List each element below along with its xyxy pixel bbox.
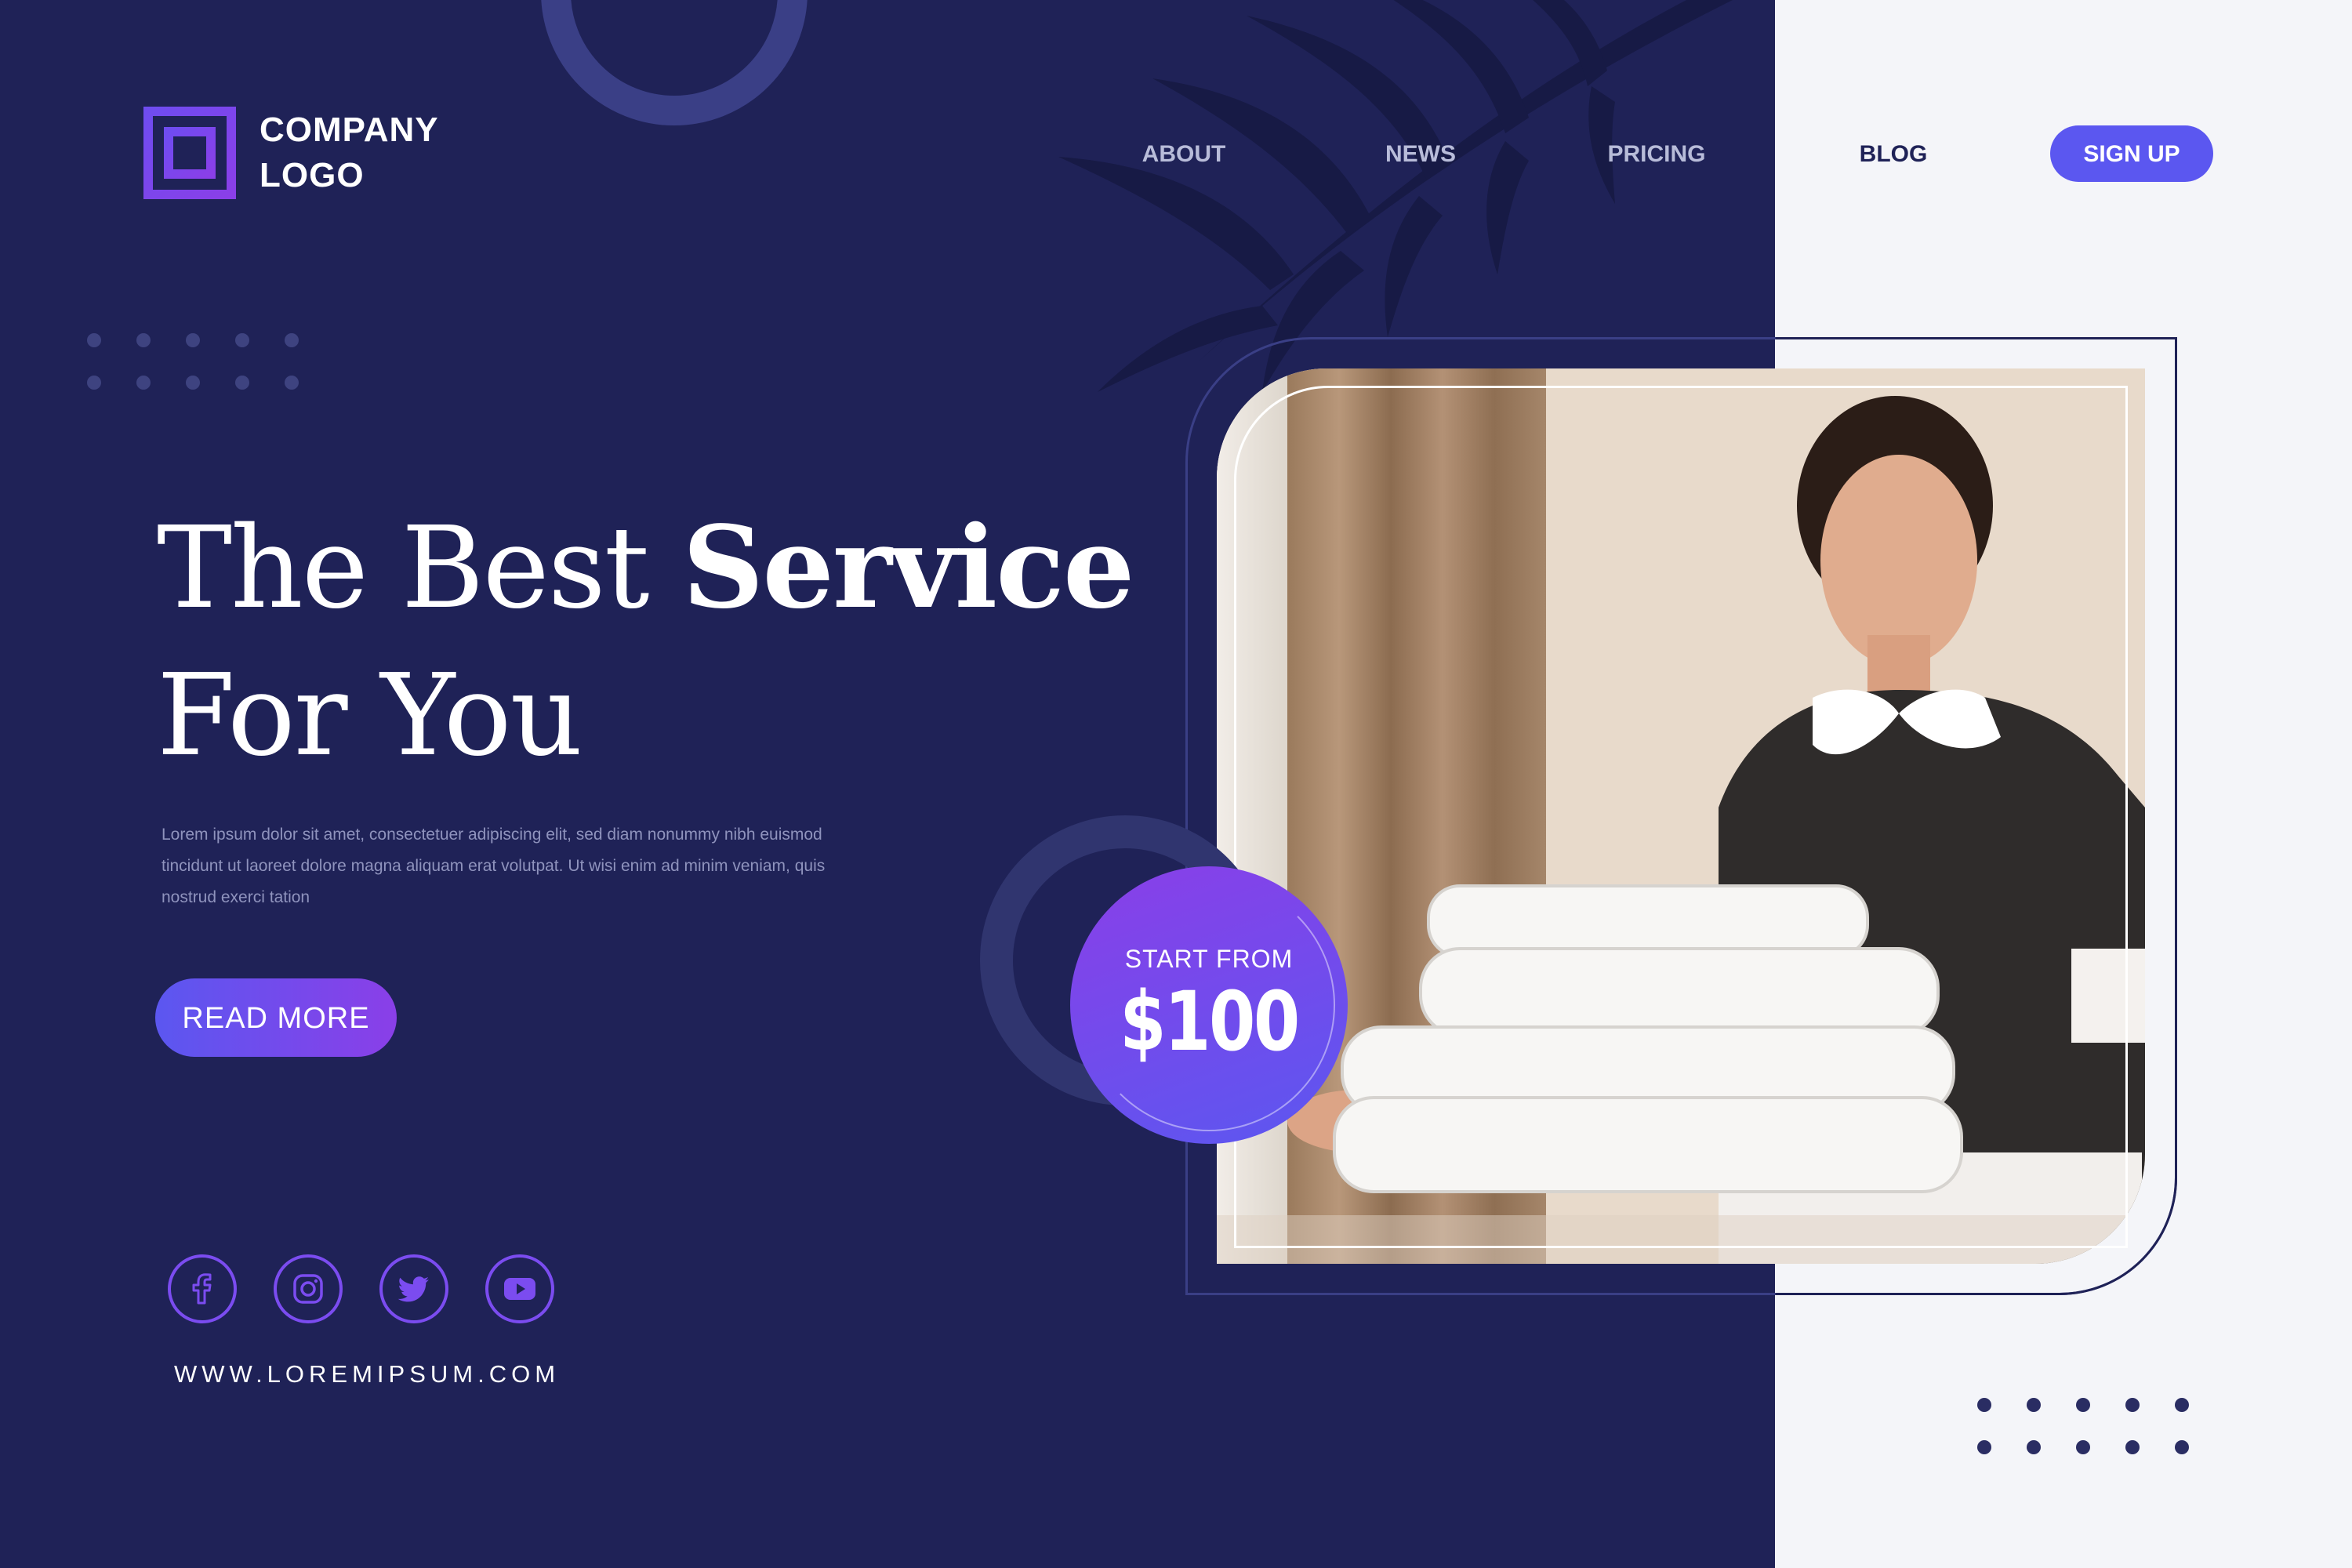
youtube-link[interactable] (485, 1254, 554, 1323)
facebook-link[interactable] (168, 1254, 237, 1323)
hero-title: The Best Service For You (157, 494, 1135, 789)
hero-title-bold: Service (682, 501, 1134, 633)
price-value: $100 (1120, 974, 1300, 1069)
decorative-dots-left (87, 333, 299, 390)
nav-link-blog[interactable]: BLOG (1807, 125, 1980, 183)
facebook-icon (192, 1273, 212, 1305)
hero-title-regular: The Best (157, 502, 683, 633)
nav-link-pricing[interactable]: PRICING (1570, 125, 1743, 183)
social-links (168, 1254, 591, 1323)
top-navigation: ABOUT NEWS PRICING BLOG SIGN UP (0, 125, 2352, 183)
read-more-button[interactable]: READ MORE (155, 978, 397, 1057)
price-label: START FROM (1124, 945, 1294, 973)
instagram-icon (293, 1274, 323, 1304)
photo-inner-outline (1234, 386, 2128, 1248)
hero-description: Lorem ipsum dolor sit amet, consectetuer… (162, 826, 826, 906)
website-url[interactable]: WWW.LOREMIPSUM.COM (174, 1360, 560, 1388)
landing-page: COMPANY LOGO ABOUT NEWS PRICING BLOG SIG… (0, 0, 2352, 1568)
sign-up-button[interactable]: SIGN UP (2050, 125, 2213, 182)
youtube-icon (504, 1278, 535, 1300)
nav-link-news[interactable]: NEWS (1334, 125, 1507, 183)
nav-link-about[interactable]: ABOUT (1098, 125, 1270, 183)
price-badge[interactable]: START FROM $100 (1070, 866, 1348, 1144)
hero-title-line-2: For You (157, 649, 583, 781)
decorative-dots-right (1977, 1398, 2189, 1454)
twitter-icon (397, 1276, 429, 1302)
palm-leaf-decoration (1058, 0, 1733, 392)
instagram-link[interactable] (274, 1254, 343, 1323)
twitter-link[interactable] (379, 1254, 448, 1323)
